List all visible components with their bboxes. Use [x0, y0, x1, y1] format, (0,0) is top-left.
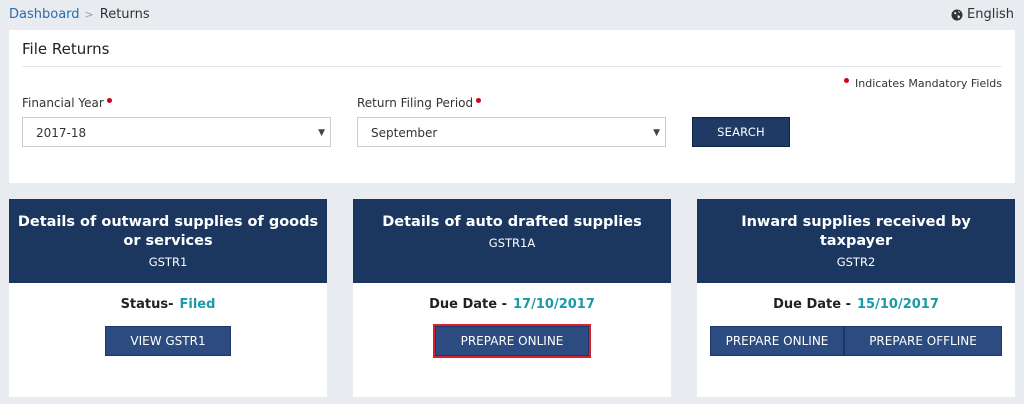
- required-dot-icon: [106, 98, 112, 103]
- prepare-online-button[interactable]: PREPARE ONLINE: [710, 326, 844, 356]
- due-date-value: 15/10/2017: [857, 297, 939, 312]
- required-dot-icon: [476, 98, 482, 103]
- card-actions: PREPARE ONLINE PREPARE OFFLINE: [697, 326, 1015, 356]
- card-return-code: GSTR1: [148, 255, 188, 269]
- gstr1-card: Details of outward supplies of goods or …: [9, 199, 327, 397]
- card-title: Details of outward supplies of goods or …: [17, 214, 319, 249]
- due-date-label: Due Date -: [429, 297, 508, 312]
- language-label: English: [967, 7, 1014, 22]
- card-actions: PREPARE ONLINE: [353, 324, 671, 358]
- status-label: Status-: [120, 297, 174, 312]
- filing-period-select[interactable]: September ▼: [357, 117, 666, 147]
- card-return-code: GSTR2: [836, 255, 876, 269]
- file-returns-panel: File Returns Indicates Mandatory Fields …: [9, 30, 1015, 183]
- card-header: Details of outward supplies of goods or …: [9, 199, 327, 283]
- dropdown-caret-icon: ▼: [653, 128, 660, 138]
- breadcrumb: Dashboard > Returns: [9, 7, 150, 22]
- financial-year-label: Financial Year: [22, 96, 112, 110]
- panel-title: File Returns: [22, 40, 110, 58]
- mandatory-note-text: Indicates Mandatory Fields: [855, 77, 1002, 90]
- globe-icon: [951, 9, 963, 20]
- due-date-value: 17/10/2017: [513, 297, 595, 312]
- panel-divider: [22, 66, 1002, 67]
- due-date-label: Due Date -: [773, 297, 852, 312]
- search-button[interactable]: SEARCH: [692, 117, 790, 147]
- gstr2-card: Inward supplies received by taxpayer GST…: [697, 199, 1015, 397]
- mandatory-fields-note: Indicates Mandatory Fields: [844, 77, 1002, 90]
- gstr1a-card: Details of auto drafted supplies GSTR1A …: [353, 199, 671, 397]
- filing-period-label-text: Return Filing Period: [357, 96, 474, 110]
- card-body: Due Date - 17/10/2017 PREPARE ONLINE: [353, 297, 671, 358]
- card-header: Inward supplies received by taxpayer GST…: [697, 199, 1015, 283]
- card-header: Details of auto drafted supplies GSTR1A: [353, 199, 671, 283]
- financial-year-label-text: Financial Year: [22, 96, 104, 110]
- top-bar: Dashboard > Returns English: [0, 0, 1024, 30]
- card-title: Inward supplies received by taxpayer: [741, 214, 971, 249]
- financial-year-select[interactable]: 2017-18 ▼: [22, 117, 331, 147]
- status-line: Status- Filed: [9, 297, 327, 312]
- prepare-online-button[interactable]: PREPARE ONLINE: [433, 324, 591, 358]
- breadcrumb-separator: >: [84, 8, 94, 21]
- card-body: Due Date - 15/10/2017 PREPARE ONLINE PREP…: [697, 297, 1015, 356]
- view-gstr1-button[interactable]: VIEW GSTR1: [105, 326, 231, 356]
- required-dot-icon: [844, 78, 850, 83]
- card-body: Status- Filed VIEW GSTR1: [9, 297, 327, 356]
- financial-year-value: 2017-18: [36, 126, 87, 140]
- dropdown-caret-icon: ▼: [318, 128, 325, 138]
- prepare-offline-button[interactable]: PREPARE OFFLINE: [844, 326, 1002, 356]
- due-date-line: Due Date - 17/10/2017: [353, 297, 671, 312]
- due-date-line: Due Date - 15/10/2017: [697, 297, 1015, 312]
- card-title: Details of auto drafted supplies: [382, 214, 642, 230]
- breadcrumb-current: Returns: [99, 7, 150, 22]
- filing-period-value: September: [371, 126, 438, 140]
- status-value: Filed: [179, 297, 216, 312]
- card-return-code: GSTR1A: [488, 236, 536, 250]
- language-selector[interactable]: English: [951, 7, 1014, 22]
- card-actions: VIEW GSTR1: [9, 326, 327, 356]
- breadcrumb-dashboard-link[interactable]: Dashboard: [9, 7, 80, 22]
- filing-period-label: Return Filing Period: [357, 96, 482, 110]
